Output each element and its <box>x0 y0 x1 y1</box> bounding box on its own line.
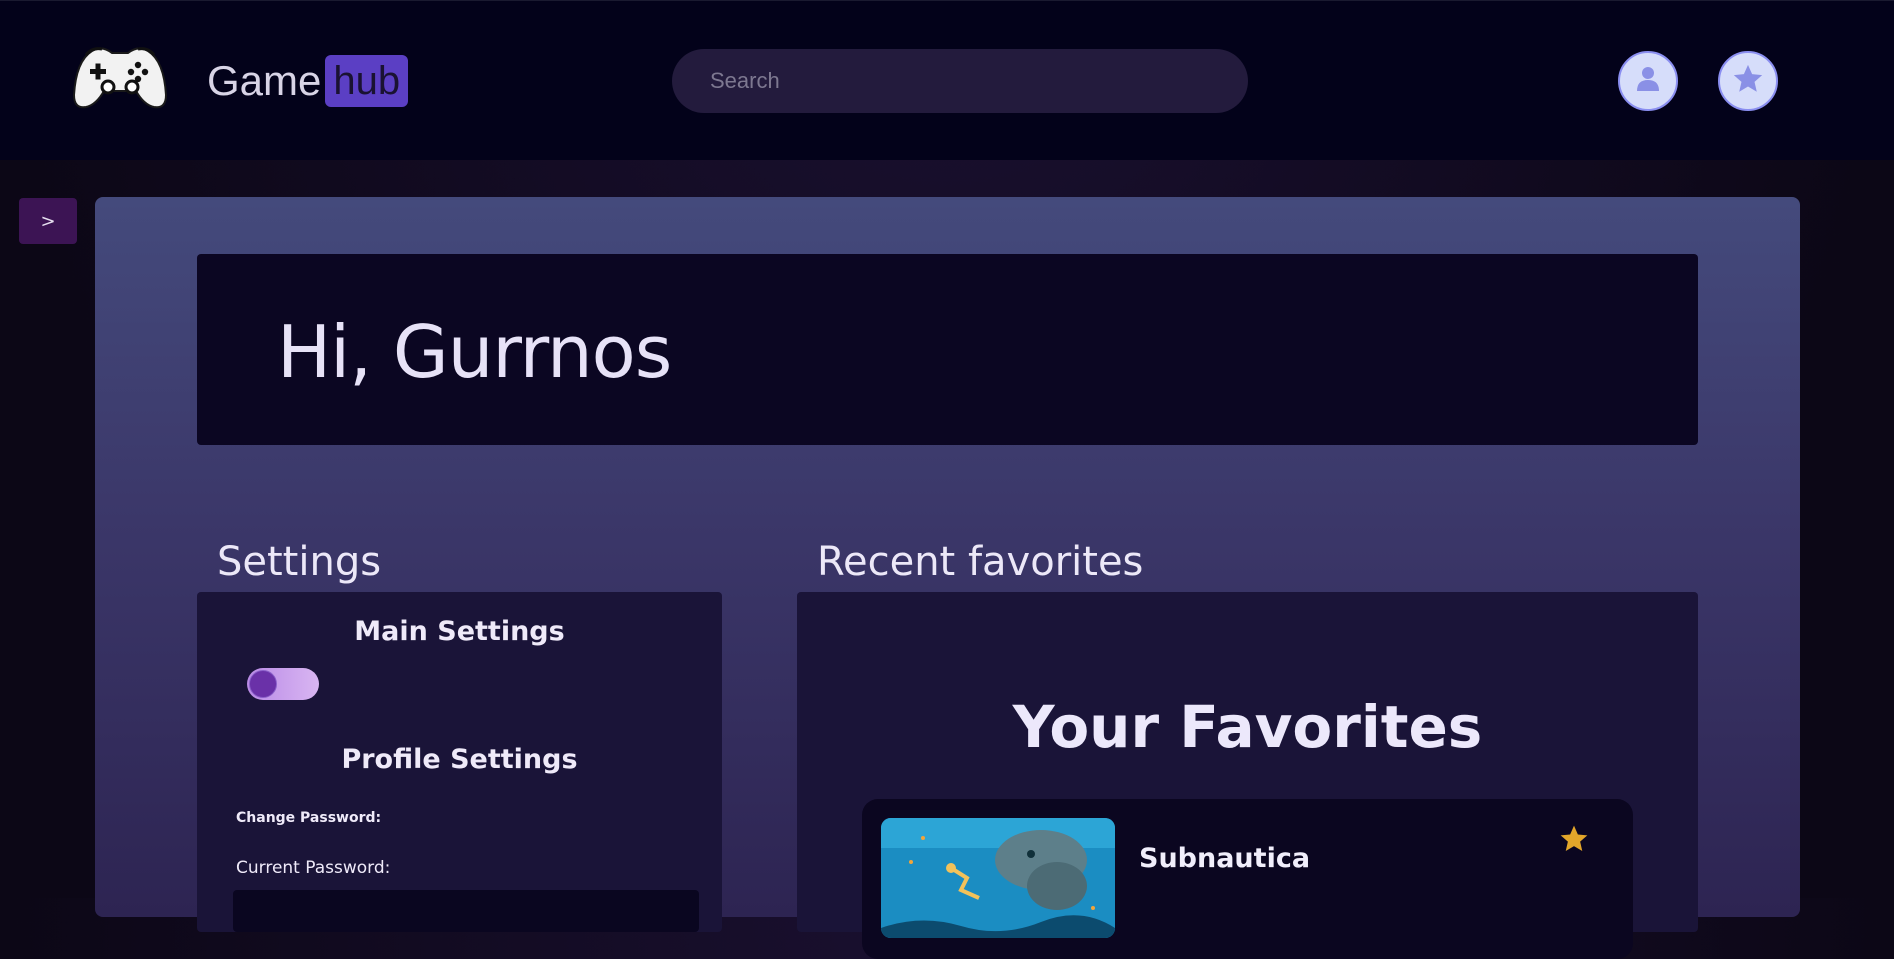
current-password-field[interactable] <box>233 890 699 932</box>
star-icon[interactable] <box>1558 823 1590 859</box>
favorite-game-card[interactable]: Subnautica <box>862 799 1633 959</box>
game-thumbnail[interactable] <box>881 818 1115 938</box>
settings-card: Main Settings Profile Settings Change Pa… <box>197 592 722 932</box>
favorites-button[interactable] <box>1718 51 1778 111</box>
brand-logo[interactable]: Game hub <box>207 55 409 107</box>
profile-button[interactable] <box>1618 51 1678 111</box>
star-icon <box>1731 62 1765 100</box>
brand-name-primary: Game <box>207 57 322 104</box>
search-input[interactable] <box>672 49 1248 113</box>
your-favorites-heading: Your Favorites <box>1012 693 1483 761</box>
main-settings-heading: Main Settings <box>354 616 565 647</box>
toggle-knob[interactable] <box>249 670 277 698</box>
user-icon <box>1633 64 1663 98</box>
sidebar-toggle-button[interactable]: > <box>19 198 77 244</box>
greeting-card: Hi, Gurrnos <box>197 254 1698 445</box>
change-password-label: Change Password: <box>236 810 382 826</box>
favorites-card: Your Favorites Subnautica <box>797 592 1698 959</box>
game-title[interactable]: Subnautica <box>1139 843 1310 874</box>
top-navbar: Game hub <box>0 0 1894 160</box>
current-password-label: Current Password: <box>236 858 391 878</box>
settings-section-title: Settings <box>217 539 382 585</box>
favorites-section-title: Recent favorites <box>817 539 1144 585</box>
brand-name-secondary: hub <box>325 55 409 107</box>
gamepad-icon[interactable] <box>72 43 168 113</box>
theme-toggle[interactable] <box>247 668 319 700</box>
profile-settings-heading: Profile Settings <box>341 744 578 775</box>
greeting-heading: Hi, Gurrnos <box>277 310 672 394</box>
